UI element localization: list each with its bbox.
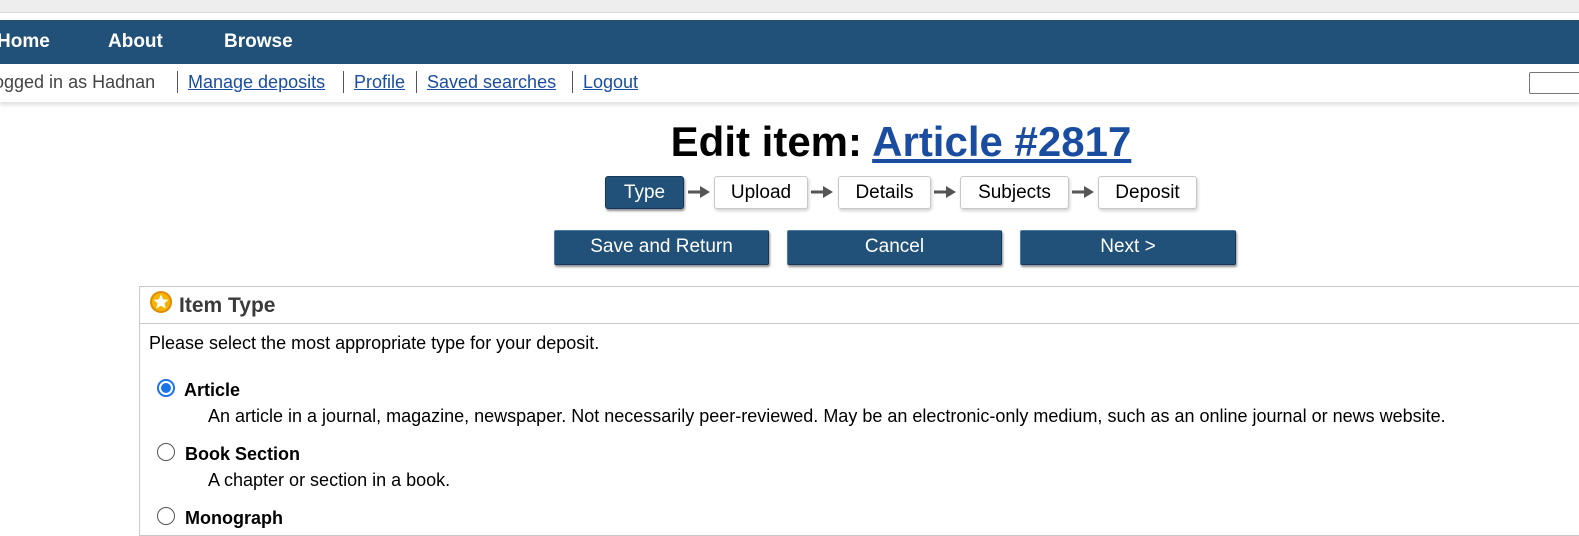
page-title: Edit item: Article #2817 [0, 116, 1579, 168]
item-type-instruction: Please select the most appropriate type … [149, 333, 600, 353]
save-and-return-button[interactable]: Save and Return [554, 230, 769, 265]
step-upload[interactable]: Upload [714, 176, 808, 209]
book-section-label[interactable]: Book Section [185, 444, 300, 465]
login-status: ogged in as Hadnan [0, 72, 156, 92]
arrow-right-icon [688, 186, 710, 198]
next-button[interactable]: Next > [1020, 230, 1236, 265]
profile-link[interactable]: Profile [354, 64, 405, 102]
article-radio[interactable] [157, 379, 175, 397]
user-bar-separator [416, 71, 417, 93]
item-type-title: Item Type [179, 294, 276, 317]
step-deposit[interactable]: Deposit [1098, 176, 1197, 209]
user-bar-separator [572, 71, 573, 93]
arrow-right-icon [934, 186, 956, 198]
logout-link[interactable]: Logout [583, 64, 638, 102]
arrow-right-icon [811, 186, 833, 198]
book-section-description: A chapter or section in a book. [208, 470, 451, 490]
step-details[interactable]: Details [838, 176, 931, 209]
item-type-panel: Item Type Please select the most appropr… [139, 286, 1579, 536]
page-title-prefix: Edit item: [670, 118, 863, 165]
nav-browse-link[interactable]: Browse [224, 20, 293, 64]
article-label[interactable]: Article [184, 380, 240, 401]
step-subjects[interactable]: Subjects [960, 176, 1069, 209]
search-input[interactable] [1529, 72, 1579, 94]
nav-home-link[interactable]: Home [0, 20, 50, 64]
step-type[interactable]: Type [605, 176, 684, 209]
monograph-label[interactable]: Monograph [185, 508, 283, 529]
item-title-link[interactable]: Article #2817 [872, 118, 1131, 165]
user-bar-separator [177, 71, 178, 93]
monograph-radio[interactable] [157, 507, 175, 525]
book-section-radio[interactable] [157, 443, 175, 461]
manage-deposits-link[interactable]: Manage deposits [188, 64, 325, 102]
nav-about-link[interactable]: About [108, 20, 163, 64]
user-bar: ogged in as Hadnan Manage deposits Profi… [0, 64, 1579, 102]
user-bar-separator [343, 71, 344, 93]
article-description: An article in a journal, magazine, newsp… [208, 406, 1446, 426]
cancel-button[interactable]: Cancel [787, 230, 1002, 265]
main-nav-bar: Home About Browse [0, 20, 1579, 64]
star-icon [150, 291, 172, 313]
arrow-right-icon [1072, 186, 1094, 198]
saved-searches-link[interactable]: Saved searches [427, 64, 556, 102]
item-type-panel-header: Item Type [140, 287, 1579, 324]
browser-top-strip [0, 0, 1579, 13]
